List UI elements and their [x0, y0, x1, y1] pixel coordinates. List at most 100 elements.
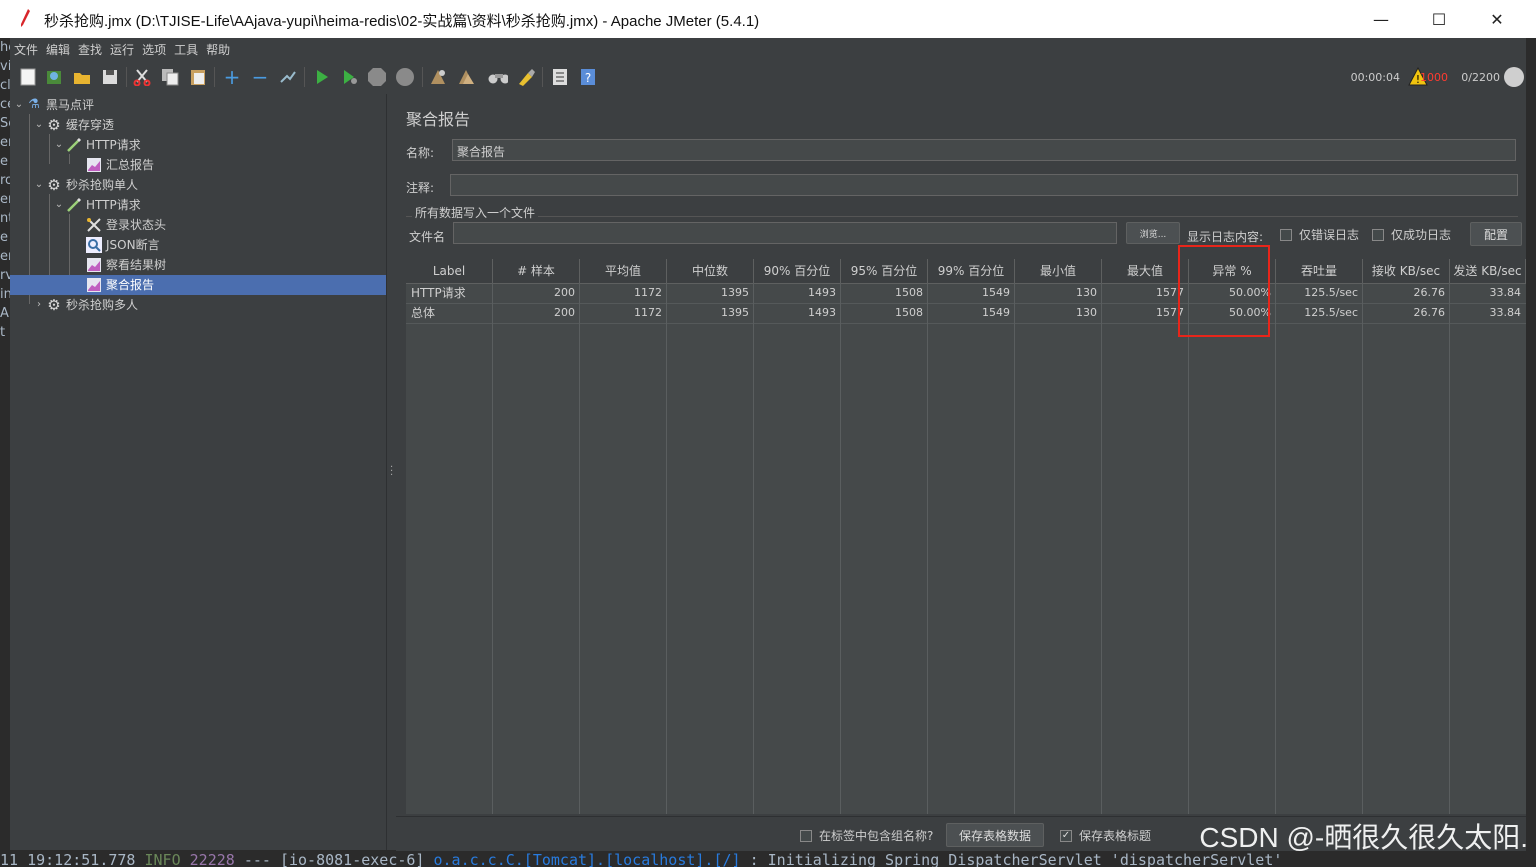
minimize-button[interactable]: —	[1352, 0, 1410, 38]
remote-status-icon[interactable]	[1504, 67, 1524, 87]
checkbox-box[interactable]	[1280, 228, 1292, 241]
checkbox-label: 仅错误日志	[1299, 228, 1360, 242]
drag-handle-icon[interactable]: · · ·	[390, 463, 393, 481]
chevron-down-icon[interactable]: ⌄	[52, 135, 66, 155]
checkmark-icon[interactable]: ✓	[1060, 829, 1072, 842]
comment-field[interactable]	[450, 174, 1518, 196]
column-header-p90[interactable]: 90% 百分位	[754, 259, 841, 283]
browse-button[interactable]: 浏览...	[1126, 222, 1180, 244]
checkbox-box[interactable]	[1372, 228, 1384, 241]
menu-file[interactable]: 文件	[10, 38, 42, 60]
collapse-all-icon[interactable]: −	[250, 65, 270, 89]
start-icon[interactable]	[312, 67, 332, 87]
menu-options[interactable]: 选项	[138, 38, 170, 60]
include-group-name-checkbox[interactable]: 在标签中包含组名称?	[800, 827, 933, 844]
menu-search[interactable]: 查找	[74, 38, 106, 60]
chevron-down-icon[interactable]: ⌄	[52, 195, 66, 215]
search-binoculars-icon[interactable]	[488, 67, 508, 87]
console-level: INFO	[144, 851, 181, 867]
table-cell-received-kb: 26.76	[1413, 286, 1446, 299]
table-cell-throughput: 125.5/sec	[1304, 306, 1358, 319]
shutdown-icon[interactable]	[395, 67, 415, 87]
chevron-down-icon[interactable]: ⌄	[12, 95, 26, 115]
menu-edit[interactable]: 编辑	[42, 38, 74, 60]
tree-item-http-request[interactable]: ⌄ HTTP请求	[52, 195, 386, 215]
toggle-icon[interactable]	[278, 67, 298, 87]
console-sep: ---	[243, 851, 271, 867]
column-header-throughput[interactable]: 吞吐量	[1276, 259, 1363, 283]
open-folder-icon[interactable]	[72, 67, 92, 87]
function-helper-icon[interactable]	[550, 67, 570, 87]
column-header-min[interactable]: 最小值	[1015, 259, 1102, 283]
checkbox-box[interactable]	[800, 829, 812, 842]
save-table-header-checkbox[interactable]: ✓ 保存表格标题	[1060, 827, 1151, 844]
pipette-icon	[66, 137, 82, 153]
tree-item-label: 缓存穿透	[66, 118, 115, 132]
configure-button[interactable]: 配置	[1470, 222, 1522, 246]
help-icon[interactable]: ?	[578, 67, 598, 87]
tree-item-aggregate-report[interactable]: 聚合报告	[10, 275, 386, 295]
column-header-median[interactable]: 中位数	[667, 259, 754, 283]
tree-item-summary-report[interactable]: 汇总报告	[86, 155, 386, 175]
column-header-label[interactable]: Label	[406, 259, 493, 283]
stop-icon[interactable]	[367, 67, 387, 87]
close-button[interactable]: ✕	[1468, 0, 1526, 38]
title-bar[interactable]: 秒杀抢购.jmx (D:\TJISE-Life\AAjava-yupi\heim…	[0, 0, 1536, 38]
tree-item-label: 察看结果树	[106, 258, 167, 272]
tree-item-thread-group[interactable]: ⌄ ⚙ 缓存穿透	[32, 115, 386, 135]
chart-icon	[86, 277, 102, 293]
background-text-fragment: Se	[0, 116, 10, 131]
close-icon: ✕	[1490, 9, 1504, 29]
clear-icon[interactable]	[428, 67, 448, 87]
column-header-average[interactable]: 平均值	[580, 259, 667, 283]
tree-item-results-tree[interactable]: 察看结果树	[86, 255, 386, 275]
save-icon[interactable]	[100, 67, 120, 87]
column-header-p99[interactable]: 99% 百分位	[928, 259, 1015, 283]
only-errors-checkbox[interactable]: 仅错误日志	[1280, 226, 1359, 243]
table-cell-label: 总体	[411, 306, 436, 320]
column-divider	[753, 283, 754, 814]
column-header-p95[interactable]: 95% 百分位	[841, 259, 928, 283]
menu-bar: 文件 编辑 查找 运行 选项 工具 帮助	[10, 38, 1526, 60]
start-no-pauses-icon[interactable]	[340, 67, 360, 87]
column-header-received-kb[interactable]: 接收 KB/sec	[1363, 259, 1450, 283]
filename-field[interactable]	[453, 222, 1117, 244]
tree-item-header-manager[interactable]: 登录状态头	[86, 215, 386, 235]
only-success-checkbox[interactable]: 仅成功日志	[1372, 226, 1451, 243]
tools-icon	[86, 217, 102, 233]
menu-help[interactable]: 帮助	[202, 38, 234, 60]
background-text-fragment: er	[0, 135, 10, 150]
menu-tools[interactable]: 工具	[170, 38, 202, 60]
table-row[interactable]: 总体 200 1172 1395 1493 1508 1549 130 1577 50.00% 12…	[406, 303, 1526, 324]
tree-item-label: 汇总报告	[106, 158, 155, 172]
paste-icon[interactable]	[188, 67, 208, 87]
table-row[interactable]: HTTP请求 200 1172 1395 1493 1508 1549 130 1577 50.0…	[406, 283, 1526, 304]
tree-item-http-request[interactable]: ⌄ HTTP请求	[52, 135, 386, 155]
toolbar-separator	[542, 67, 543, 87]
chevron-right-icon[interactable]: ›	[32, 295, 46, 315]
chevron-down-icon[interactable]: ⌄	[32, 175, 46, 195]
tree-item-json-assertion[interactable]: JSON断言	[86, 235, 386, 255]
menu-run[interactable]: 运行	[106, 38, 138, 60]
new-file-icon[interactable]	[18, 67, 38, 87]
column-header-samples[interactable]: # 样本	[493, 259, 580, 283]
save-table-data-button[interactable]: 保存表格数据	[946, 823, 1044, 847]
name-field[interactable]: 聚合报告	[452, 139, 1516, 161]
column-divider	[1188, 283, 1189, 814]
table-cell-received-kb: 26.76	[1413, 306, 1446, 319]
tree-guide-line	[49, 194, 50, 284]
table-cell-p99: 1549	[982, 306, 1010, 319]
reset-search-icon[interactable]	[516, 67, 536, 87]
expand-all-icon[interactable]: +	[222, 65, 242, 89]
tree-item-thread-group[interactable]: › ⚙ 秒杀抢购多人	[32, 295, 386, 315]
maximize-button[interactable]: ☐	[1410, 0, 1468, 38]
chevron-down-icon[interactable]: ⌄	[32, 115, 46, 135]
cut-icon[interactable]	[132, 67, 152, 87]
column-header-sent-kb[interactable]: 发送 KB/sec	[1450, 259, 1526, 283]
copy-icon[interactable]	[160, 67, 180, 87]
tree-item-test-plan[interactable]: ⌄ ⚗ 黑马点评	[12, 95, 386, 115]
tree-item-thread-group[interactable]: ⌄ ⚙ 秒杀抢购单人	[32, 175, 386, 195]
templates-icon[interactable]	[44, 67, 64, 87]
column-header-max[interactable]: 最大值	[1102, 259, 1189, 283]
clear-all-icon[interactable]	[456, 67, 476, 87]
